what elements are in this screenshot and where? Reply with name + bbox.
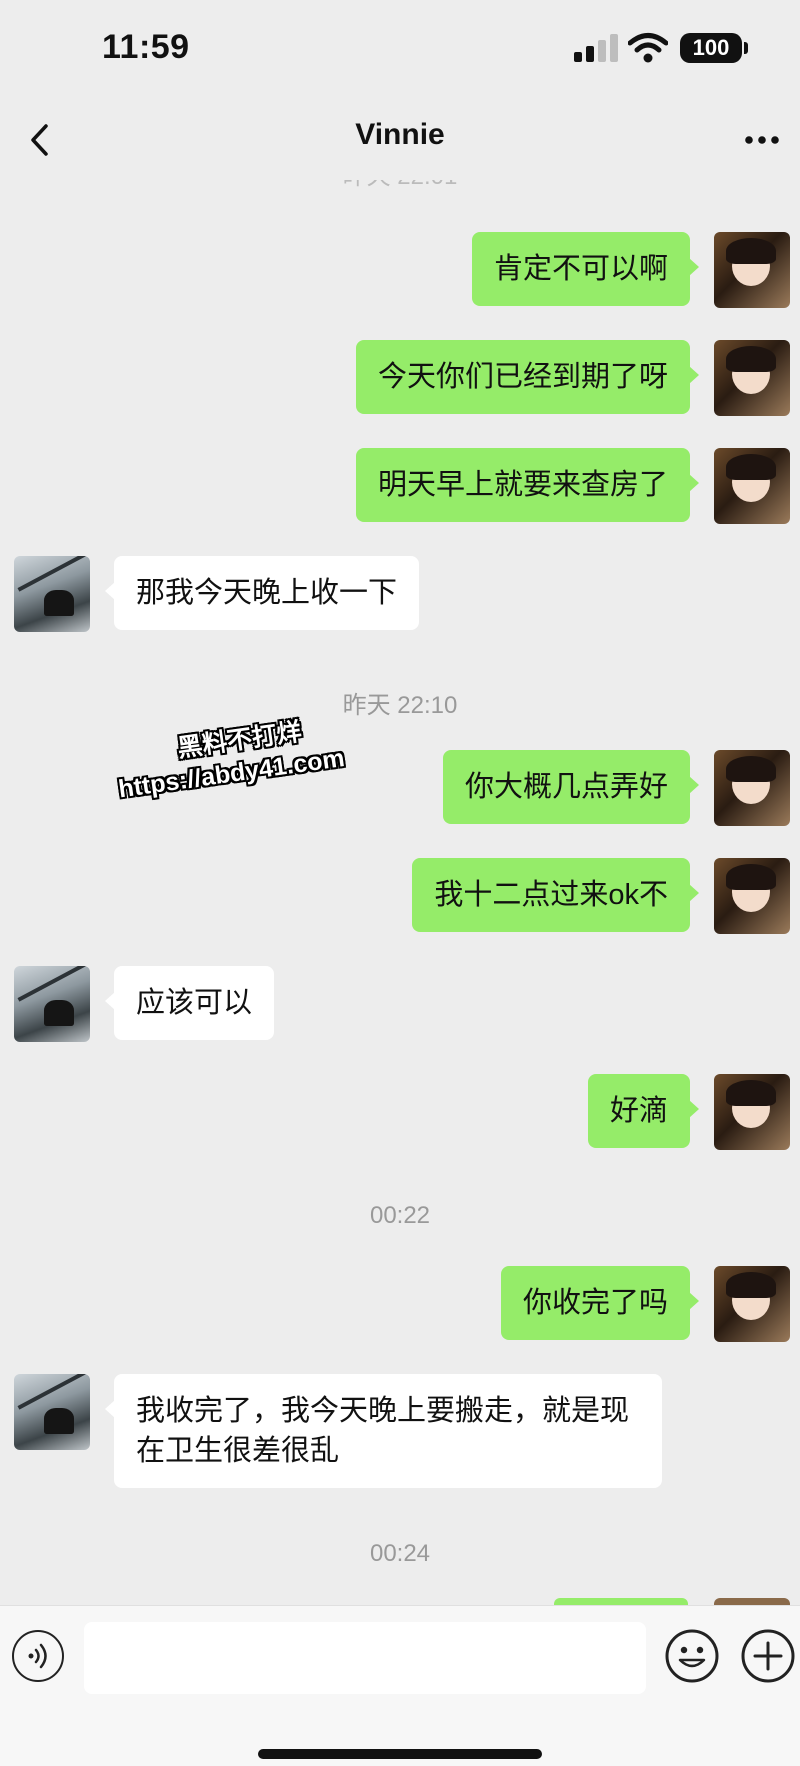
battery-cap	[744, 42, 748, 54]
message-bubble-sent[interactable]: 肯定不可以啊	[471, 232, 700, 306]
battery-icon: 100	[680, 33, 742, 63]
back-button[interactable]	[10, 110, 70, 170]
more-button[interactable]	[736, 110, 788, 170]
contact-avatar[interactable]	[14, 556, 90, 632]
message-bubble-sent[interactable]: 你收完了吗	[500, 1266, 700, 1340]
my-avatar[interactable]	[714, 858, 790, 934]
my-avatar[interactable]	[714, 448, 790, 524]
my-avatar[interactable]	[714, 232, 790, 308]
message-bubble-sent[interactable]: 明天早上就要来查房了	[355, 448, 700, 522]
ellipsis-icon	[745, 136, 779, 144]
emoji-icon[interactable]	[664, 1628, 720, 1684]
my-avatar[interactable]	[714, 1074, 790, 1150]
wifi-icon	[628, 33, 668, 63]
status-bar: 11:59 100	[0, 0, 800, 100]
message-input[interactable]	[84, 1622, 646, 1694]
my-avatar[interactable]	[714, 1266, 790, 1342]
message-bubble-received[interactable]: 我收完了，我今天晚上要搬走，就是现在卫生很差很乱	[105, 1374, 662, 1488]
nav-bar: Vinnie	[0, 100, 800, 180]
voice-button[interactable]	[12, 1630, 64, 1682]
timestamp: 00:24	[369, 1540, 431, 1567]
message-bubble-sent[interactable]: 好滴	[587, 1074, 700, 1148]
chat-area[interactable]: 昨天 22:01 肯定不可以啊 今天你们已经到期了呀 明天早上就要来查房了 那我…	[0, 170, 800, 1605]
chat-title: Vinnie	[355, 118, 445, 151]
cellular-signal-icon	[574, 34, 618, 62]
timestamp: 00:22	[369, 1202, 431, 1229]
message-bubble-sent[interactable]: 今天你们已经到期了呀	[355, 340, 700, 414]
timestamp: 昨天 22:10	[342, 692, 458, 719]
plus-icon[interactable]	[740, 1628, 796, 1684]
input-bar	[0, 1605, 800, 1766]
my-avatar[interactable]	[714, 750, 790, 826]
voice-icon	[28, 1643, 47, 1669]
contact-avatar[interactable]	[14, 966, 90, 1042]
message-bubble-sent[interactable]: 你大概几点弄好	[442, 750, 700, 824]
contact-avatar[interactable]	[14, 1374, 90, 1450]
my-avatar[interactable]	[714, 340, 790, 416]
message-bubble-received[interactable]: 应该可以	[104, 966, 275, 1040]
chevron-left-icon	[31, 124, 48, 156]
message-bubble-received[interactable]: 那我今天晚上收一下	[104, 556, 420, 630]
status-time: 11:59	[102, 28, 190, 66]
message-bubble-sent[interactable]: 我十二点过来ok不	[412, 858, 699, 932]
home-indicator	[258, 1749, 542, 1759]
